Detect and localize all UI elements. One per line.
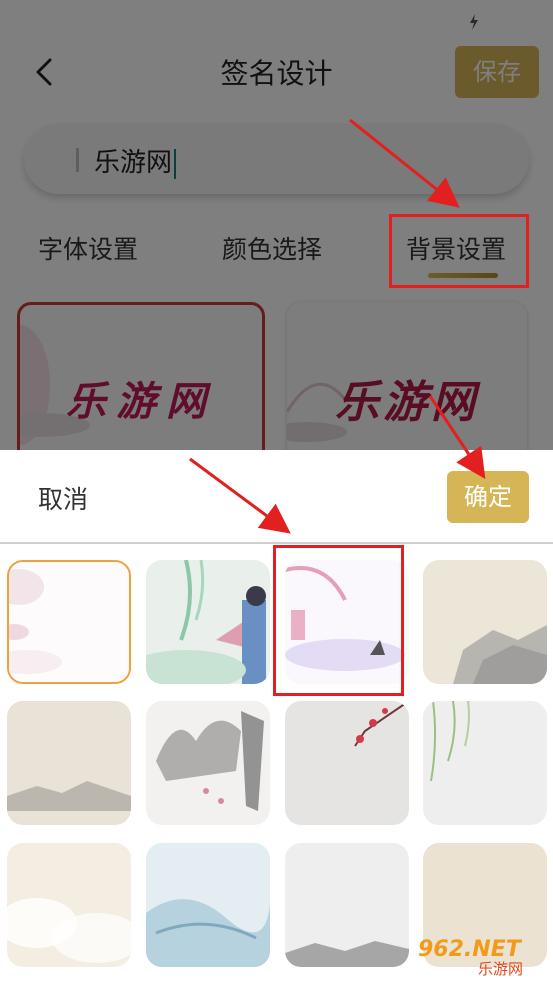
- no-sim-icon: [436, 10, 456, 32]
- sheet-divider: [0, 542, 553, 544]
- wifi-icon: [401, 11, 426, 31]
- signature-name-value: 乐游网: [94, 148, 173, 178]
- background-picker-sheet: 取消 确定: [0, 450, 553, 983]
- background-thumb-plum-blossom[interactable]: [285, 701, 409, 825]
- text-caret: [174, 148, 177, 179]
- background-thumb-gray-hills[interactable]: [285, 843, 409, 967]
- signature-preview-selected[interactable]: 乐游网: [17, 302, 265, 450]
- watermark-subtext: 乐游网: [478, 960, 523, 978]
- annotation-box-background-tab: [389, 214, 529, 288]
- confirm-button[interactable]: 确定: [447, 471, 529, 523]
- background-thumb-lady-fan[interactable]: [146, 560, 270, 684]
- signature-preview[interactable]: 乐游网: [287, 302, 527, 450]
- watermark-logo: 962.NET 乐游网: [418, 930, 548, 978]
- preview-signature-text: 乐游网: [335, 377, 479, 428]
- signature-name-input[interactable]: 乐游网: [24, 124, 529, 194]
- preview-signature-text: 乐游网: [66, 378, 216, 425]
- cancel-button[interactable]: 取消: [38, 480, 88, 516]
- status-bar: 4:12: [0, 0, 553, 38]
- watermark-text: 962.NET: [418, 937, 523, 962]
- tab-color-select[interactable]: 颜色选择: [222, 230, 322, 266]
- status-time: 4:12: [492, 8, 535, 33]
- background-thumb-ink-mountains[interactable]: [7, 701, 131, 825]
- background-thumb-pink-blossom[interactable]: [7, 560, 131, 684]
- tab-font-settings[interactable]: 字体设置: [38, 230, 138, 266]
- annotation-box-selected-thumb: [273, 545, 404, 696]
- background-thumb-cream-clouds[interactable]: [7, 843, 131, 967]
- background-thumb-willow[interactable]: [423, 701, 547, 825]
- save-button[interactable]: 保存: [455, 46, 539, 98]
- background-thumb-ink-trees[interactable]: [146, 701, 270, 825]
- background-thumb-blue-watercolor[interactable]: [146, 843, 270, 967]
- battery-charging-icon: [467, 8, 482, 33]
- input-bar: [76, 148, 79, 172]
- background-thumb-beige-mountains[interactable]: [423, 560, 547, 684]
